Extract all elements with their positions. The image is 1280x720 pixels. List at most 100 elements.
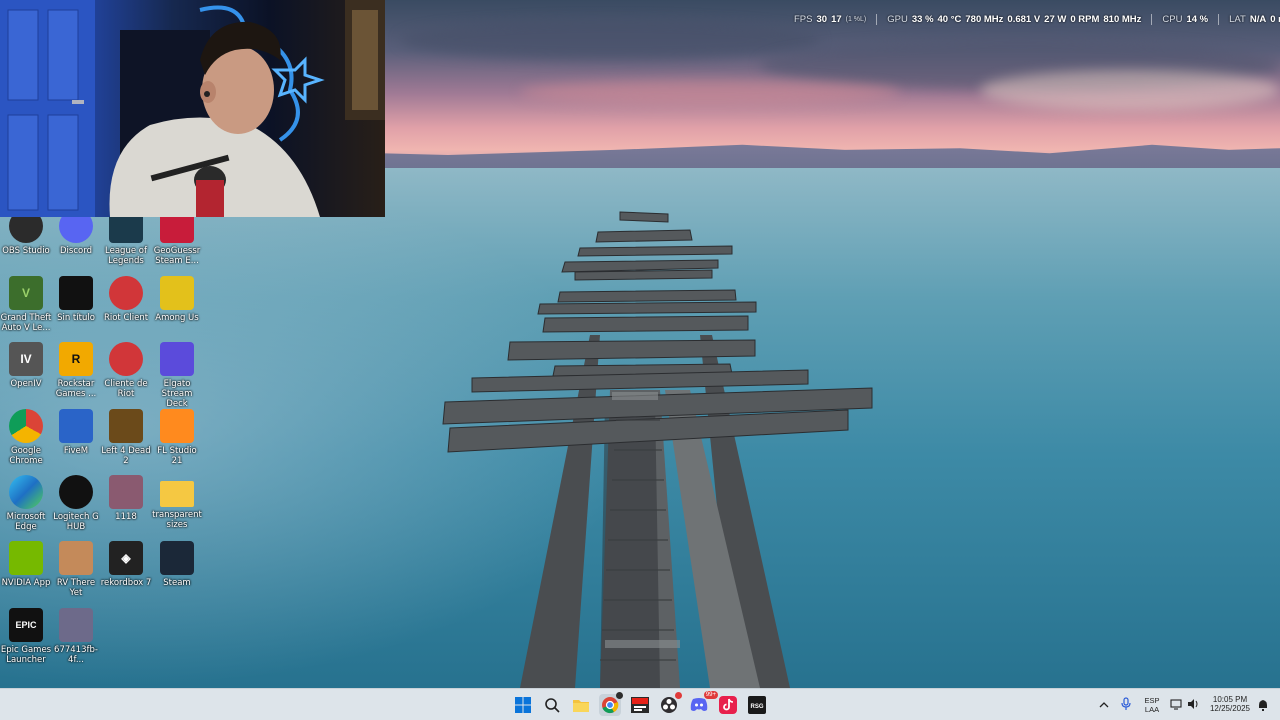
desktop-icon-label: FiveM — [63, 446, 89, 456]
rockstar-icon: RSG — [748, 696, 766, 714]
desktop-icon-label: Logitech G HUB — [53, 512, 99, 532]
gpu-temp: 40 °C — [937, 13, 962, 25]
desktop-icon-label: 1118 — [115, 512, 137, 522]
bell-icon — [1259, 700, 1267, 711]
overlay-divider — [1151, 13, 1153, 25]
svg-text:RSG: RSG — [750, 704, 763, 710]
desktop-icon-label: NVIDIA App — [1, 578, 51, 588]
rockstar-icon: R — [59, 342, 93, 376]
desktop-icon-label: Rockstar Games ... — [55, 379, 97, 399]
steam-icon — [160, 541, 194, 575]
rekordbox-icon: ◈ — [109, 541, 143, 575]
desktop-icon[interactable]: ◈ rekordbox 7 — [100, 541, 152, 588]
microphone-icon — [1121, 697, 1131, 710]
obs-icon — [661, 697, 677, 713]
l4d2-icon — [109, 409, 143, 443]
taskbar-youtube-studio[interactable] — [629, 694, 651, 716]
desktop-icon[interactable]: Among Us — [151, 276, 203, 323]
desktop-icon[interactable]: Sin título — [50, 276, 102, 323]
taskbar-tiktok[interactable] — [717, 694, 739, 716]
desktop-icon-label: RV There Yet — [56, 578, 96, 598]
chrome-icon — [602, 697, 619, 714]
quick-settings-button[interactable] — [1170, 698, 1199, 710]
latency-ms: 0 ms — [1270, 13, 1280, 25]
image-icon — [109, 475, 143, 509]
desktop-icon[interactable]: NVIDIA App — [0, 541, 52, 588]
start-button[interactable] — [512, 694, 534, 716]
taskbar-search-button[interactable] — [541, 694, 563, 716]
taskbar-chrome[interactable] — [599, 692, 623, 716]
desktop-icon[interactable]: Microsoft Edge — [0, 475, 52, 532]
performance-overlay: FPS 30 17 (1 %L) GPU 33 % 40 °C 780 MHz … — [794, 12, 1280, 26]
desktop-icon[interactable]: FiveM — [50, 409, 102, 456]
microphone-tray-button[interactable] — [1120, 697, 1132, 716]
epic-icon: EPIC — [9, 608, 43, 642]
taskbar-discord[interactable]: 99+ — [688, 691, 718, 716]
desktop-icon[interactable]: League of Legends — [100, 209, 152, 266]
desktop-icon-label: Microsoft Edge — [6, 512, 46, 532]
overlay-divider — [1218, 13, 1220, 25]
notification-dot — [675, 692, 682, 699]
desktop-icon[interactable]: Elgato Stream Deck — [151, 342, 203, 409]
flstudio-icon — [160, 409, 194, 443]
network-icon — [1170, 699, 1182, 710]
webcam-person-image — [0, 0, 385, 217]
input-language-button[interactable]: ESP LAA — [1141, 696, 1163, 714]
desktop-icon-label: transparent sizes — [152, 510, 202, 530]
gpu-usage: 33 % — [911, 13, 934, 25]
desktop-icon-label: Sin título — [57, 313, 95, 323]
overlay-divider — [876, 13, 878, 25]
notifications-button[interactable] — [1257, 698, 1269, 716]
desktop-icon[interactable]: Google Chrome — [0, 409, 52, 466]
taskbar-rockstar-launcher[interactable]: RSG — [746, 694, 768, 716]
windows-start-icon — [515, 697, 531, 713]
chrome-icon — [9, 409, 43, 443]
desktop-icon-label: OBS Studio — [2, 246, 50, 256]
volume-icon — [1188, 699, 1198, 709]
chevron-up-icon — [1099, 702, 1109, 708]
notification-dot — [616, 692, 623, 699]
desktop-icon[interactable]: Cliente de Riot — [100, 342, 152, 399]
desktop-icon[interactable]: IV OpenIV — [0, 342, 52, 389]
desktop-icon[interactable]: EPIC Epic Games Launcher — [0, 608, 52, 665]
desktop-icon[interactable]: 677413fb-4f... — [50, 608, 102, 665]
discord-badge: 99+ — [703, 691, 718, 699]
folder-icon — [160, 481, 194, 507]
taskbar-file-explorer[interactable] — [570, 694, 592, 716]
clock-button[interactable]: 10:05 PM 12/25/2025 — [1205, 695, 1255, 713]
desktop-icon[interactable]: RV There Yet — [50, 541, 102, 598]
desktop-icon-label: rekordbox 7 — [100, 578, 152, 588]
image-icon — [59, 608, 93, 642]
desktop-icon[interactable]: V Grand Theft Auto V Le... — [0, 276, 52, 333]
nvidia-icon — [9, 541, 43, 575]
desktop-icon[interactable]: Steam — [151, 541, 203, 588]
taskbar-obs[interactable] — [658, 692, 682, 716]
desktop-icon-label: Google Chrome — [9, 446, 43, 466]
desktop-icon[interactable]: FL Studio 21 — [151, 409, 203, 466]
desktop-icon[interactable]: R Rockstar Games ... — [50, 342, 102, 399]
desktop-icon[interactable]: transparent sizes — [151, 475, 203, 530]
desktop-icon-label: Cliente de Riot — [104, 379, 148, 399]
show-hidden-icons-button[interactable] — [1098, 698, 1110, 716]
latency-value: N/A — [1249, 13, 1267, 25]
language-layout: LAA — [1144, 705, 1160, 714]
rv-icon — [59, 541, 93, 575]
amongus-icon — [160, 276, 194, 310]
streamdeck-icon — [160, 342, 194, 376]
taskbar: 99+ RSG ESP LAA 10:05 PM 12/25/2025 — [0, 688, 1280, 720]
desktop-icon[interactable]: GeoGuessr Steam E... — [151, 209, 203, 266]
riot-icon — [109, 276, 143, 310]
gpu-label: GPU — [887, 13, 908, 25]
desktop-icon-label: Riot Client — [103, 313, 149, 323]
desktop-icon-label: Epic Games Launcher — [0, 645, 52, 665]
desktop-icon[interactable]: Riot Client — [100, 276, 152, 323]
desktop-icon-label: 677413fb-4f... — [54, 645, 98, 665]
desktop-icon-label: Left 4 Dead 2 — [101, 446, 151, 466]
desktop-icon[interactable]: Logitech G HUB — [50, 475, 102, 532]
search-icon — [545, 698, 560, 713]
desktop-icon[interactable]: Left 4 Dead 2 — [100, 409, 152, 466]
file-explorer-icon — [573, 700, 589, 712]
desktop-icon[interactable]: 1118 — [100, 475, 152, 522]
webcam-overlay — [0, 0, 385, 217]
ghub-icon — [59, 475, 93, 509]
